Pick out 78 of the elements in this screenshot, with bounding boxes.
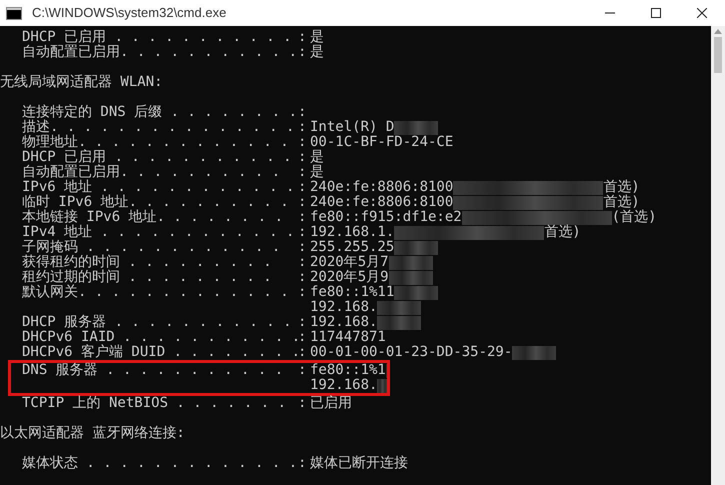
separator: : [298,195,306,210]
separator: : [298,396,306,411]
property-value: 是 [310,165,324,180]
property-label: DHCP 已启用 . . . . . . . . . . . [22,150,292,165]
close-icon [697,8,707,18]
window-title: C:\WINDOWS\system32\cmd.exe [32,4,226,22]
property-label: 租约过期的时间 . . . . . . . . . [22,270,272,285]
property-value: fe80::1%1 [310,363,386,378]
separator: : [298,30,306,45]
property-label: IPv6 地址 . . . . . . . . . . . . [22,180,294,195]
property-value: 192.168.1. [310,225,394,240]
property-label: 获得租约的时间 . . . . . . . . . [22,255,272,270]
property-label: 描述. . . . . . . . . . . . . . . [22,120,294,135]
separator: : [298,225,306,240]
separator: : [298,315,306,330]
property-value: 2020年5月7 [310,255,389,270]
scroll-thumb[interactable] [714,37,722,73]
adapter-heading: 以太网适配器 蓝牙网络连接: [0,426,185,441]
console-icon [6,6,22,20]
property-value: 是 [310,45,324,60]
separator: : [298,330,306,345]
property-value: 00-1C-BF-FD-24-CE [310,135,454,150]
property-value: 00-01-00-01-23-DD-35-29- [310,345,512,360]
separator: : [298,120,306,135]
maximize-icon [651,8,661,18]
property-label: TCPIP 上的 NetBIOS . . . . . . . [22,396,286,411]
separator: : [298,45,306,60]
property-value: (首选) [612,210,657,225]
property-label: 默认网关. . . . . . . . . . . . . [22,285,289,300]
property-value: fe80::1%11 [310,285,394,300]
separator: : [298,456,306,471]
property-label: DHCP 已启用 . . . . . . . . . . . [22,30,292,45]
property-value: 255.255.25 [310,240,394,255]
scroll-up-icon[interactable] [714,28,722,34]
property-label: 自动配置已启用. . . . . . . . . . . [22,45,298,60]
property-value: 240e:fe:8806:8100 [310,180,454,195]
property-value: 2020年5月9 [310,270,389,285]
separator: : [298,255,306,270]
property-label: 子网掩码 . . . . . . . . . . . . [22,240,280,255]
adapter-heading: 无线局域网适配器 WLAN: [0,75,163,90]
property-value: 192.168. [310,300,378,315]
property-label: 临时 IPv6 地址. . . . . . . . . . [22,195,289,210]
property-value: 首选) [603,195,640,210]
separator: : [298,270,306,285]
property-label: 自动配置已启用. . . . . . . . . . [22,165,280,180]
property-value: 是 [310,150,324,165]
property-label: DNS 服务器 . . . . . . . . . . . [22,363,284,378]
property-label: 本地链接 IPv6 地址. . . . . . . . [22,210,284,225]
property-value: 192.168. [310,315,378,330]
minimize-icon [605,12,615,14]
property-label: IPv4 地址 . . . . . . . . . . . . [22,225,294,240]
property-value: fe80::f915:df1e:e2 [310,210,462,225]
separator: : [298,165,306,180]
property-label: DHCP 服务器 . . . . . . . . . . . [22,315,292,330]
property-value: 是 [310,30,324,45]
separator: : [298,285,306,300]
separator: : [298,240,306,255]
separator: : [298,135,306,150]
separator: : [298,150,306,165]
property-value: 首选) [544,225,581,240]
scrollbar[interactable] [711,26,725,485]
property-value: 192.168. [310,378,378,393]
separator: : [298,210,306,225]
property-value: 117447871 [310,330,386,345]
separator: : [298,180,306,195]
separator: : [298,345,306,360]
separator: : [298,105,306,120]
property-label: 物理地址. . . . . . . . . . . . . [22,135,289,150]
property-value: 已启用 [310,396,352,411]
property-value: Intel(R) D [310,120,394,135]
property-value: 首选) [603,180,640,195]
separator: : [298,363,306,378]
property-label: 媒体状态 . . . . . . . . . . . . . [22,456,298,471]
property-label: 连接特定的 DNS 后缀 . . . . . . . . [22,105,298,120]
property-label: DHCPv6 IAID . . . . . . . . . . . [22,330,300,345]
property-label: DHCPv6 客户端 DUID . . . . . . . . [22,345,300,360]
property-value: 媒体已断开连接 [310,456,408,471]
property-value: 240e:fe:8806:8100 [310,195,454,210]
